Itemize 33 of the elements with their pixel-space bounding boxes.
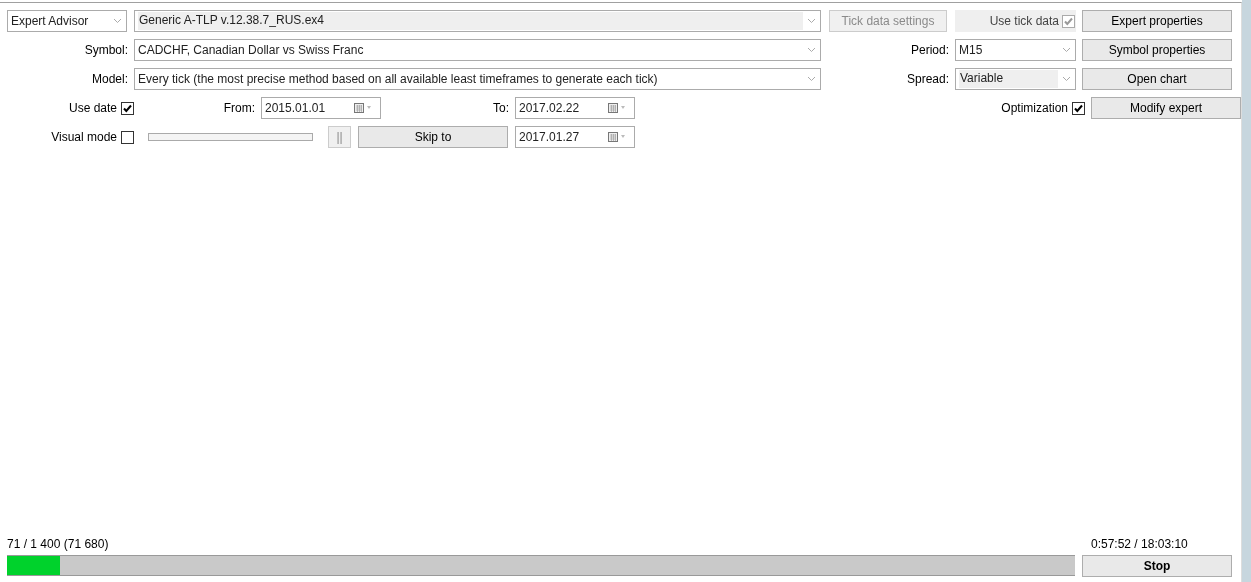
symbol-label: Symbol: xyxy=(83,43,129,57)
optimization-label: Optimization xyxy=(1001,101,1068,115)
checkbox[interactable] xyxy=(121,130,134,144)
use-tick-data-label: Use tick data xyxy=(989,14,1059,28)
dropdown-caret-icon[interactable] xyxy=(807,76,816,82)
skip-to-button[interactable]: Skip to xyxy=(358,126,508,148)
from-date-field[interactable]: 2015.01.01 xyxy=(261,97,381,119)
expert-properties-button[interactable]: Expert properties xyxy=(1082,10,1232,32)
period-label: Period: xyxy=(909,43,950,57)
to-date-field[interactable]: 2017.02.22 xyxy=(515,97,635,119)
time-text: 0:57:52 / 18:03:10 xyxy=(1090,537,1189,551)
to-label: To: xyxy=(492,101,510,115)
progress-text: 71 / 1 400 (71 680) xyxy=(7,537,110,551)
spread-label: Spread: xyxy=(905,72,950,86)
modify-expert-button[interactable]: Modify expert xyxy=(1091,97,1241,119)
checkbox[interactable] xyxy=(121,101,134,115)
dropdown-caret-icon[interactable] xyxy=(1062,47,1071,53)
symbol-properties-button[interactable]: Symbol properties xyxy=(1082,39,1232,61)
dropdown-caret-icon[interactable] xyxy=(113,18,122,24)
visual-mode-label: Visual mode xyxy=(51,130,117,144)
model-dropdown[interactable]: Every tick (the most precise method based on all available least timeframes to generate each tick) xyxy=(134,68,821,90)
skip-date-field[interactable]: 2017.01.27 xyxy=(515,126,635,148)
from-label: From: xyxy=(222,101,256,115)
period-dropdown[interactable]: M15 xyxy=(955,39,1076,61)
dropdown-caret-icon[interactable] xyxy=(807,47,816,53)
checkbox[interactable] xyxy=(1072,101,1085,115)
open-chart-button[interactable]: Open chart xyxy=(1082,68,1232,90)
stop-button[interactable]: Stop xyxy=(1082,554,1232,577)
model-label: Model: xyxy=(90,72,129,86)
symbol-dropdown[interactable]: CADCHF, Canadian Dollar vs Swiss Franc xyxy=(134,39,821,61)
speed-slider-track[interactable] xyxy=(148,133,313,141)
expert-type-dropdown[interactable]: Expert Advisor xyxy=(7,10,127,32)
use-date-label: Use date xyxy=(68,101,117,115)
